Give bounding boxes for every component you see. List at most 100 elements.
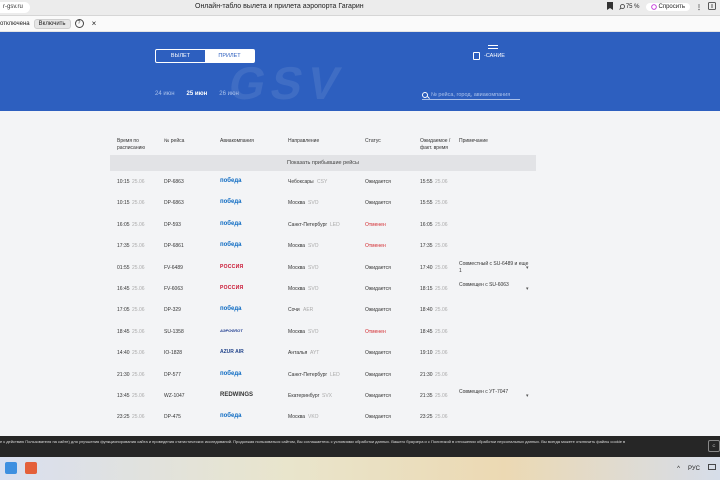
flight-row[interactable]: 16:45 25.06 FV-6063 РОССИЯ Москва SVO Ожидаетс… <box>110 279 536 300</box>
expected-date: 25.06 <box>435 350 448 357</box>
flight-row[interactable]: 16:05 25.06 DP-593 победа Санкт-Петербург LED… <box>110 215 536 236</box>
header-note: Примечание <box>459 138 488 144</box>
scheduled-time: 14:40 <box>117 350 130 357</box>
chevron-down-icon[interactable]: ▾ <box>526 286 529 292</box>
ask-button[interactable]: Спросить <box>645 3 690 11</box>
airport-code: SVO <box>308 286 319 292</box>
flight-status: Ожидается <box>365 264 391 271</box>
airport-code: VKO <box>308 414 319 421</box>
airline-logo: АЭРОФЛОТ <box>220 327 243 333</box>
header-expected: Ожидаемое / факт. время <box>420 138 451 151</box>
help-icon[interactable]: ? <box>74 19 84 28</box>
tab-departure[interactable]: ВЫЛЕТ <box>156 50 205 62</box>
flight-status: Отменен <box>365 221 386 228</box>
airport-code: SVO <box>308 243 319 250</box>
phone-app-icon[interactable] <box>5 462 17 474</box>
zoom-icon <box>619 4 625 10</box>
taskbar: ^ РУС <box>0 457 720 480</box>
enable-button[interactable]: Включить <box>33 18 71 29</box>
expected-date: 25.06 <box>435 179 448 185</box>
codeshare-note[interactable]: Совмещен с SU-6063 <box>459 282 529 289</box>
expected-time: 18:40 <box>420 307 433 314</box>
schedule-link[interactable]: -САНИЕ <box>484 53 505 59</box>
flight-row[interactable]: 17:05 25.06 DP-329 победа Сочи AER Ожидается 18… <box>110 300 536 321</box>
scheduled-date: 25.06 <box>132 200 145 207</box>
codeshare-note[interactable]: Совмещен с УТ-7047 <box>459 389 529 396</box>
destination-city: Москва <box>288 328 306 335</box>
flight-number: DP-6863 <box>164 200 184 207</box>
expected-date: 25.06 <box>435 414 448 421</box>
airport-code: SVO <box>308 200 319 207</box>
notice-text: отключена <box>0 20 30 27</box>
flight-number: WZ-1047 <box>164 393 185 399</box>
scheduled-date: 25.06 <box>132 307 145 314</box>
sparkle-icon <box>650 4 657 10</box>
tray-expand-icon[interactable]: ^ <box>677 466 680 472</box>
flight-row[interactable]: 01:55 25.06 FV-6489 РОССИЯ Москва SVO Ожидаетс… <box>110 258 536 279</box>
flight-status: Ожидается <box>365 393 391 399</box>
cookie-banner: е к действию Пользователя на сайте) для … <box>0 436 720 457</box>
browser-actions: 75 % Спросить ⋮ <box>606 2 716 12</box>
zoom-level[interactable]: 75 % <box>619 4 640 10</box>
media-app-icon[interactable] <box>25 462 37 474</box>
flight-row[interactable]: 23:25 25.06 DP-475 победа Москва VKO Ожидается… <box>110 407 536 428</box>
flight-row[interactable]: 10:15 25.06 DP-6863 победа Москва SVO Ожидаетс… <box>110 193 536 214</box>
date-yesterday[interactable]: 24 июн <box>155 91 175 97</box>
expected-date: 25.06 <box>435 243 448 250</box>
page-title: Онлайн-табло вылета и прилета аэропорта … <box>195 3 364 10</box>
flight-row[interactable]: 14:40 25.06 IO-1828 AZUR AIR Анталья AYT Ожида… <box>110 343 536 364</box>
codeshare-note[interactable]: Совместный с SU-6489 и еще 1 <box>459 261 529 275</box>
flight-row[interactable]: 17:35 25.06 DP-6861 победа Москва SVO Отменен 1… <box>110 236 536 257</box>
header-airline: Авиакомпания <box>220 138 254 144</box>
chevron-down-icon[interactable]: ▾ <box>526 393 529 399</box>
scheduled-date: 25.06 <box>132 243 145 250</box>
close-icon[interactable]: × <box>92 19 97 28</box>
destination-city: Москва <box>288 200 306 207</box>
board-header: GSV ВЫЛЕТ ПРИЛЕТ -САНИЕ 24 июн 25 июн 26… <box>0 32 720 111</box>
date-today[interactable]: 25 июн <box>187 91 208 97</box>
address-bar[interactable]: r-gsv.ru <box>0 2 30 13</box>
search-input[interactable] <box>431 91 517 98</box>
flight-number: FV-6063 <box>164 286 183 292</box>
expected-time: 21:30 <box>420 371 433 378</box>
destination-city: Сочи <box>288 307 300 314</box>
flight-number: IO-1828 <box>164 350 183 357</box>
airline-logo: победа <box>220 199 242 206</box>
airline-logo: победа <box>220 242 242 249</box>
expected-time: 18:15 <box>420 286 433 292</box>
scheduled-date: 25.06 <box>132 179 145 185</box>
menu-icon[interactable] <box>488 45 498 51</box>
expected-time: 16:05 <box>420 221 433 228</box>
flight-row[interactable]: 13:45 25.06 WZ-1047 REDWINGS Екатеринбург SVX… <box>110 386 536 407</box>
airline-logo: REDWINGS <box>220 392 253 398</box>
flight-row[interactable]: 10:15 25.06 DP-6863 победа Чебоксары CSY Ожида… <box>110 172 536 193</box>
flight-number: DP-593 <box>164 221 181 228</box>
language-indicator[interactable]: РУС <box>688 466 700 472</box>
flight-row[interactable]: 18:45 25.06 SU-1358 АЭРОФЛОТ Москва SVO Отмене… <box>110 322 536 343</box>
destination-city: Москва <box>288 264 306 271</box>
show-arrived-button[interactable]: Показать прибывшие рейсы <box>110 155 536 171</box>
display-icon[interactable] <box>708 464 716 473</box>
flight-row[interactable]: 21:30 25.06 DP-577 победа Санкт-Петербург LED… <box>110 365 536 386</box>
flight-status: Ожидается <box>365 179 391 185</box>
arrivals-board: Время по расписанию № рейса Авиакомпания… <box>0 111 720 436</box>
scheduled-date: 25.06 <box>132 350 145 357</box>
chevron-down-icon[interactable]: ▾ <box>526 265 529 271</box>
scheduled-time: 10:15 <box>117 200 130 207</box>
extensions-icon[interactable] <box>708 2 716 12</box>
more-menu-icon[interactable]: ⋮ <box>696 4 702 11</box>
calendar-icon[interactable] <box>473 52 480 60</box>
expected-date: 25.06 <box>435 264 448 271</box>
expected-time: 19:10 <box>420 350 433 357</box>
tab-arrival[interactable]: ПРИЛЕТ <box>205 50 254 62</box>
airline-logo: победа <box>220 413 242 420</box>
scheduled-date: 25.06 <box>132 221 145 228</box>
bookmark-icon[interactable] <box>606 2 613 12</box>
direction-switch: ВЫЛЕТ ПРИЛЕТ <box>155 49 255 63</box>
scheduled-time: 16:45 <box>117 286 130 292</box>
system-tray: ^ РУС <box>677 464 716 473</box>
notification-bar: отключена Включить ? × <box>0 16 720 32</box>
cookie-accept-button[interactable]: C <box>708 440 720 452</box>
airport-code: LED <box>330 371 340 378</box>
date-tomorrow[interactable]: 26 июн <box>219 91 239 97</box>
